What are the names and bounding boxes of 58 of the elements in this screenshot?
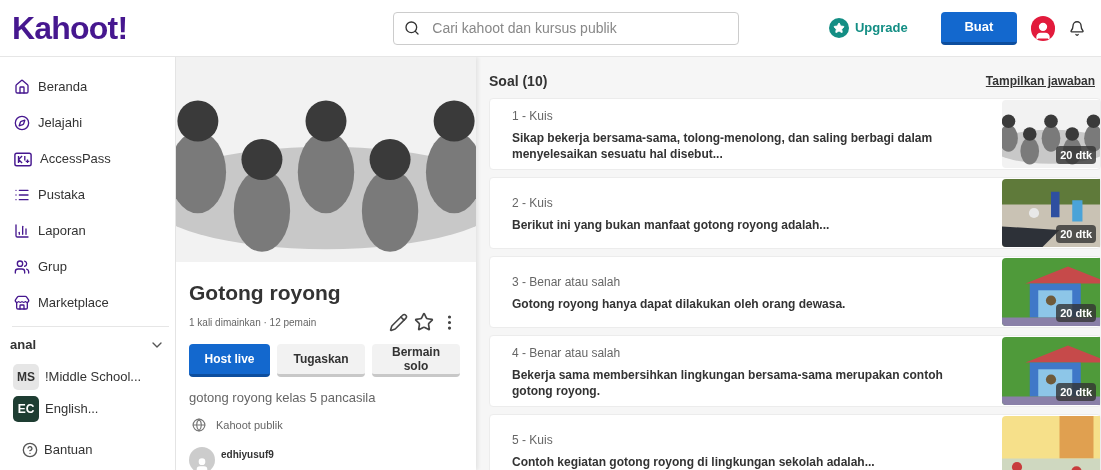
question-type: 3 - Benar atau salah [512, 273, 622, 291]
question-type: 1 - Kuis [512, 107, 554, 125]
section-heading: anal [10, 336, 36, 355]
channel-item[interactable]: EC English... [0, 393, 175, 425]
visibility-label: Kahoot publik [216, 417, 283, 433]
home-icon [14, 79, 30, 95]
action-button[interactable]: Host live [189, 344, 270, 378]
users-icon [14, 259, 30, 275]
chart-icon [14, 223, 30, 239]
help-link[interactable]: Bantuan [22, 440, 93, 460]
star-icon [832, 22, 845, 34]
questions-heading: Soal (10) [489, 71, 548, 91]
play-stats: 1 kali dimainkan · 12 pemain [189, 315, 317, 330]
action-button[interactable]: Bermain solo [372, 344, 460, 378]
question-text: Berikut ini yang bukan manfaat gotong royong adalah... [512, 216, 831, 233]
nav-item[interactable]: Laporan [0, 213, 175, 249]
question-card[interactable]: 2 - Kuis Berikut ini yang bukan manfaat gotong royong adalah... 20 dtk [489, 177, 1101, 249]
question-type: 4 - Benar atau salah [512, 344, 622, 362]
question-text: Gotong royong hanya dapat dilakukan oleh orang dewasa. [512, 295, 847, 312]
logo[interactable]: Kahoot! [12, 12, 128, 44]
question-text: Sikap bekerja bersama-sama, tolong-menolong, dan saling berbagi dalam menyelesaikan sesuatu hal disebut... [512, 129, 934, 162]
nav-item[interactable]: Beranda [0, 69, 175, 105]
question-card[interactable]: 5 - Kuis Contoh kegiatan gotong royong di lingkungan sekolah adalah... [489, 414, 1101, 470]
question-type: 2 - Kuis [512, 194, 554, 212]
nav-item[interactable]: AccessPass [0, 141, 175, 177]
kahoot-description: gotong royong kelas 5 pancasila [189, 389, 377, 408]
help-icon [22, 442, 38, 458]
question-card[interactable]: 4 - Benar atau salah Bekerja sama membersihkan lingkungan bersama-sama merupakan contoh gotong royong. 20 dtk [489, 335, 1101, 407]
nav-item[interactable]: Grup [0, 249, 175, 285]
ticket-icon [14, 151, 32, 167]
globe-icon [192, 418, 206, 432]
question-text: Contoh kegiatan gotong royong di lingkungan sekolah adalah... [512, 453, 876, 470]
show-answers-link[interactable]: Tampilkan jawaban [985, 72, 1095, 90]
search-icon [404, 20, 421, 36]
question-card[interactable]: 3 - Benar atau salah Gotong royong hanya dapat dilakukan oleh orang dewasa. 20 dtk [489, 256, 1101, 328]
channel-avatar: EC [13, 396, 39, 422]
question-type: 5 - Kuis [512, 431, 554, 449]
nav-item[interactable]: Marketplace [0, 285, 175, 321]
upgrade-button[interactable]: Upgrade [828, 18, 908, 38]
action-button[interactable]: Tugaskan [277, 344, 365, 378]
search-field[interactable]: Cari kahoot dan kursus publik [393, 11, 739, 45]
notification-icon[interactable] [1068, 19, 1085, 37]
edit-icon[interactable] [389, 312, 408, 332]
question-card[interactable]: 1 - Kuis Sikap bekerja bersama-sama, tolong-menolong, dan saling berbagi dalam menyelesaikan sesuatu hal disebut... 20 dtk [489, 98, 1101, 170]
profile-avatar[interactable] [1031, 15, 1055, 41]
search-input[interactable]: Cari kahoot dan kursus publik [432, 17, 728, 39]
favorite-icon[interactable] [414, 312, 434, 333]
nav-item[interactable]: Jelajahi [0, 105, 175, 141]
nav-item[interactable]: Pustaka [0, 177, 175, 213]
kahoot-title: Gotong royong [189, 280, 342, 306]
channel-item[interactable]: MS !Middle School... [0, 361, 175, 393]
list-icon [14, 187, 30, 203]
compass-icon [14, 115, 30, 131]
channel-avatar: MS [13, 364, 39, 390]
store-icon [14, 295, 30, 311]
question-text: Bekerja sama membersihkan lingkungan bersama-sama merupakan contoh gotong royong. [512, 366, 944, 399]
creator-name[interactable]: edhiyusuf9 [221, 447, 274, 463]
create-button[interactable]: Buat [940, 11, 1018, 45]
